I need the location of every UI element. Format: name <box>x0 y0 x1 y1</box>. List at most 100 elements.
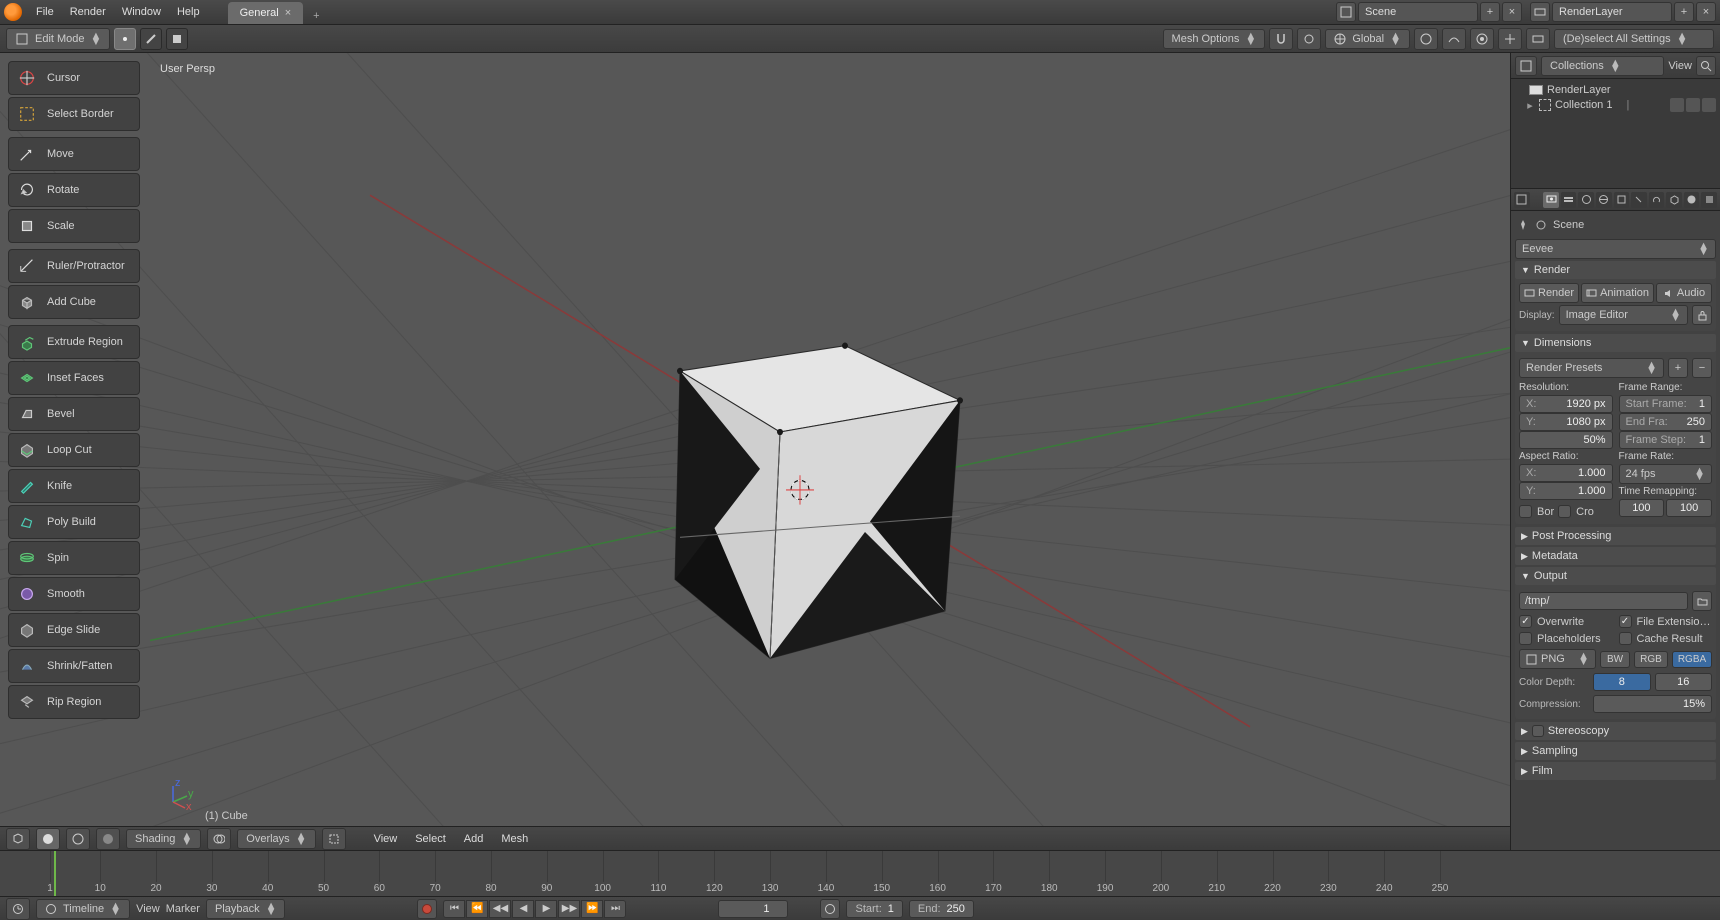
tool-scale[interactable]: Scale <box>8 209 140 243</box>
tab-world[interactable] <box>1596 192 1612 208</box>
vertex-select-mode[interactable] <box>114 28 136 50</box>
timeline-editor-type[interactable] <box>6 898 30 920</box>
tool-edge-slide[interactable]: Edge Slide <box>8 613 140 647</box>
tab-object[interactable] <box>1614 192 1630 208</box>
shading-lookdev-button[interactable] <box>96 828 120 850</box>
jump-to-keyframe-prev-button[interactable]: ⏪ <box>466 900 488 918</box>
deselect-all-settings-dropdown[interactable]: (De)select All Settings▲▼ <box>1554 29 1714 49</box>
file-format-dropdown[interactable]: PNG ▲▼ <box>1519 649 1596 669</box>
transform-orientation-dropdown[interactable]: Global▲▼ <box>1325 29 1410 49</box>
outliner-menu-view[interactable]: View <box>1668 60 1692 72</box>
mode-dropdown[interactable]: Edit Mode ▲▼ <box>6 28 110 50</box>
audio-button[interactable]: Audio <box>1656 283 1712 303</box>
renderlayer-browse-button[interactable] <box>1530 2 1550 22</box>
outliner-item-renderlayer[interactable]: RenderLayer <box>1513 83 1718 97</box>
tool-knife[interactable]: Knife <box>8 469 140 503</box>
tool-smooth[interactable]: Smooth <box>8 577 140 611</box>
layers-button[interactable] <box>1526 28 1550 50</box>
resolution-percent-field[interactable]: 50% <box>1519 431 1613 449</box>
edge-select-mode[interactable] <box>140 28 162 50</box>
frame-step-field[interactable]: Frame Step:1 <box>1619 431 1713 449</box>
tool-cursor[interactable]: Cursor <box>8 61 140 95</box>
3d-viewport[interactable]: User Persp Cursor Select Border Move Rot… <box>0 53 1510 850</box>
panel-film[interactable]: ▶Film <box>1515 762 1716 780</box>
step-forward-button[interactable]: ▶▶ <box>558 900 580 918</box>
cache-result-checkbox[interactable]: Cache Result <box>1619 630 1713 647</box>
compression-field[interactable]: 15% <box>1593 695 1712 713</box>
use-preview-range-button[interactable] <box>820 899 840 919</box>
viewport-menu-add[interactable]: Add <box>458 831 490 847</box>
viewport-menu-view[interactable]: View <box>368 831 404 847</box>
outliner-display-mode-dropdown[interactable]: Collections▲▼ <box>1541 56 1664 76</box>
tool-spin[interactable]: Spin <box>8 541 140 575</box>
scene-add-button[interactable]: + <box>1480 2 1500 22</box>
lock-interface-button[interactable] <box>1692 305 1712 325</box>
selectable-toggle-icon[interactable] <box>1686 98 1700 112</box>
overlays-dropdown[interactable]: Overlays▲▼ <box>237 829 315 849</box>
outliner-editor-type[interactable] <box>1515 56 1537 76</box>
color-mode-bw[interactable]: BW <box>1600 651 1630 668</box>
viewport-menu-mesh[interactable]: Mesh <box>495 831 534 847</box>
tool-extrude-region[interactable]: Extrude Region <box>8 325 140 359</box>
tool-rotate[interactable]: Rotate <box>8 173 140 207</box>
outliner-item-collection1[interactable]: ▸ Collection 1 | <box>1513 97 1718 113</box>
jump-to-end-button[interactable]: ⏭ <box>604 900 626 918</box>
playback-dropdown[interactable]: Playback▲▼ <box>206 899 286 919</box>
preset-remove-button[interactable]: − <box>1692 358 1712 378</box>
tab-render[interactable] <box>1543 192 1559 208</box>
scene-delete-button[interactable]: × <box>1502 2 1522 22</box>
start-frame-field[interactable]: Start Frame:1 <box>1619 395 1713 413</box>
aspect-x-field[interactable]: X:1.000 <box>1519 464 1613 482</box>
tab-icon-editor[interactable] <box>1514 192 1530 208</box>
editor-type-dropdown[interactable] <box>6 828 30 850</box>
display-dropdown[interactable]: Image Editor▲▼ <box>1559 305 1688 325</box>
panel-dimensions[interactable]: ▼Dimensions <box>1515 334 1716 352</box>
panel-stereoscopy[interactable]: ▶Stereoscopy <box>1515 722 1716 740</box>
mesh-options-dropdown[interactable]: Mesh Options▲▼ <box>1163 29 1266 49</box>
menu-file[interactable]: File <box>28 2 62 22</box>
menu-render[interactable]: Render <box>62 2 114 22</box>
render-toggle-icon[interactable] <box>1702 98 1716 112</box>
outliner-search-button[interactable] <box>1696 56 1716 76</box>
time-remap-new-field[interactable]: 100 <box>1666 499 1712 517</box>
workspace-tab-general[interactable]: General × <box>228 2 304 24</box>
menu-help[interactable]: Help <box>169 2 208 22</box>
proportional-falloff-dropdown[interactable] <box>1442 28 1466 50</box>
timeline-menu-marker[interactable]: Marker <box>166 903 200 915</box>
tab-texture[interactable] <box>1701 192 1717 208</box>
step-back-button[interactable]: ◀◀ <box>489 900 511 918</box>
panel-render[interactable]: ▼Render <box>1515 261 1716 279</box>
timeline-ruler[interactable]: 1102030405060708090100110120130140150160… <box>0 851 1720 896</box>
color-mode-rgb[interactable]: RGB <box>1634 651 1668 668</box>
panel-output[interactable]: ▼Output <box>1515 567 1716 585</box>
shading-dropdown[interactable]: Shading▲▼ <box>126 829 201 849</box>
tool-move[interactable]: Move <box>8 137 140 171</box>
overlay-toggle[interactable] <box>207 828 231 850</box>
file-extensions-checkbox[interactable]: File Extensio… <box>1619 613 1713 630</box>
add-workspace-button[interactable]: + <box>307 8 325 24</box>
render-presets-dropdown[interactable]: Render Presets▲▼ <box>1519 358 1664 378</box>
tool-select-border[interactable]: Select Border <box>8 97 140 131</box>
face-select-mode[interactable] <box>166 28 188 50</box>
resolution-x-field[interactable]: X:1920 px <box>1519 395 1613 413</box>
crop-checkbox[interactable]: Cro <box>1558 503 1594 520</box>
close-icon[interactable]: × <box>285 7 291 19</box>
xray-toggle[interactable] <box>322 828 346 850</box>
renderlayer-add-button[interactable]: + <box>1674 2 1694 22</box>
outliner-tree[interactable]: RenderLayer ▸ Collection 1 | <box>1511 79 1720 189</box>
end-frame-field-timeline[interactable]: End:250 <box>909 900 974 918</box>
output-path-field[interactable]: /tmp/ <box>1519 592 1688 610</box>
preset-add-button[interactable]: + <box>1668 358 1688 378</box>
tab-renderlayers[interactable] <box>1561 192 1577 208</box>
timeline-menu-view[interactable]: View <box>136 903 160 915</box>
placeholders-checkbox[interactable]: Placeholders <box>1519 630 1613 647</box>
snap-toggle[interactable] <box>1269 28 1293 50</box>
snap-element-dropdown[interactable] <box>1297 28 1321 50</box>
pivot-point-dropdown[interactable] <box>1470 28 1494 50</box>
panel-sampling[interactable]: ▶Sampling <box>1515 742 1716 760</box>
play-reverse-button[interactable]: ◀ <box>512 900 534 918</box>
time-remap-old-field[interactable]: 100 <box>1619 499 1665 517</box>
jump-to-keyframe-next-button[interactable]: ⏩ <box>581 900 603 918</box>
tool-ruler[interactable]: Ruler/Protractor <box>8 249 140 283</box>
panel-metadata[interactable]: ▶Metadata <box>1515 547 1716 565</box>
